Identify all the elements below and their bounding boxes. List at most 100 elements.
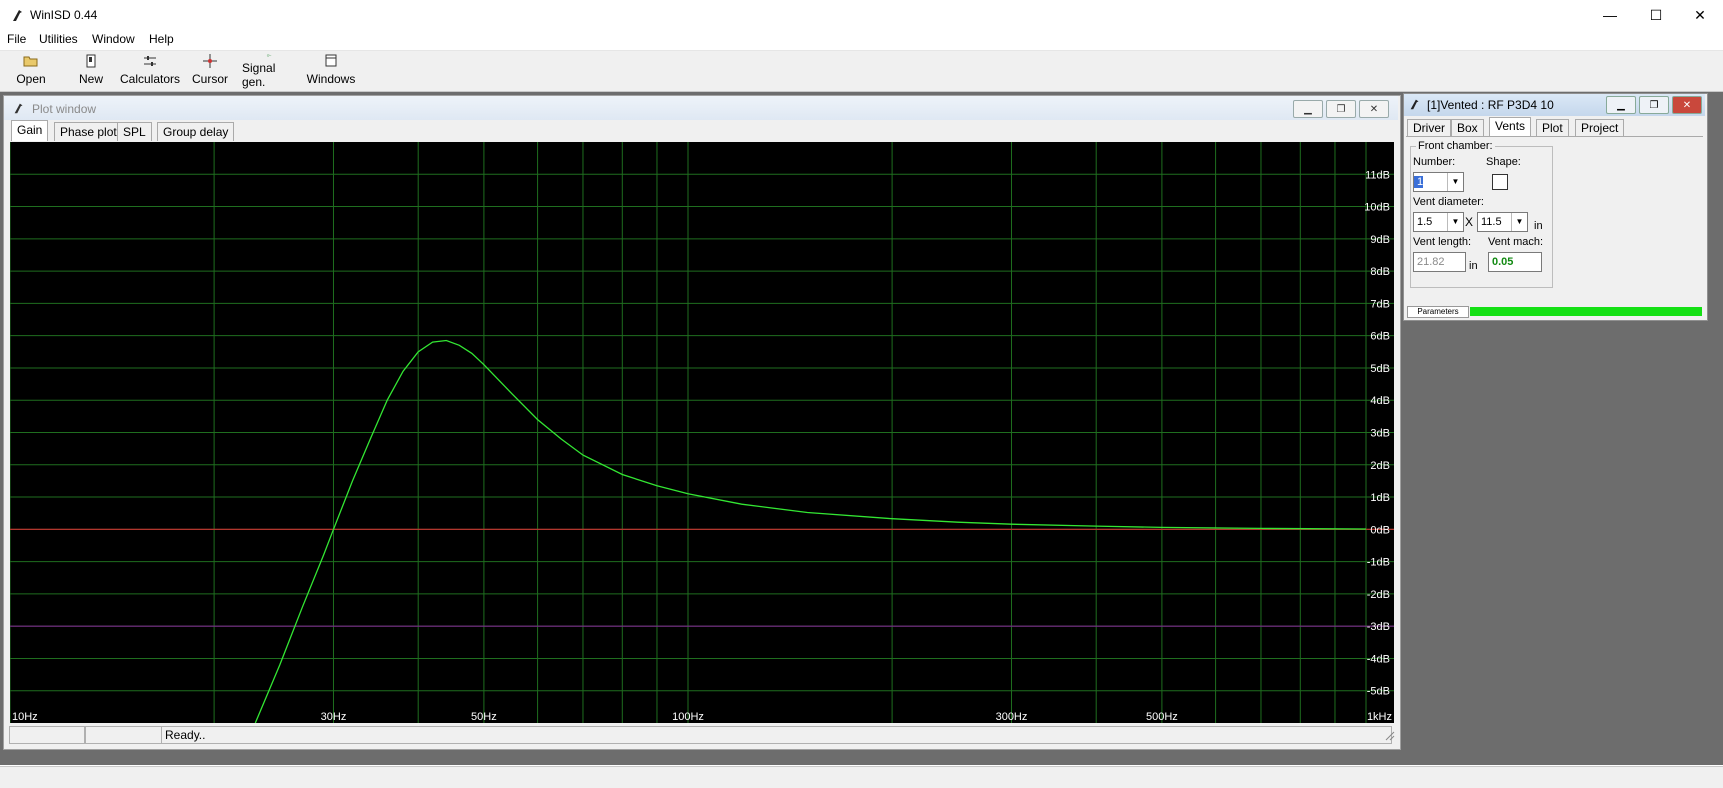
tab-project[interactable]: Project	[1575, 119, 1625, 137]
plot-close-button[interactable]: ✕	[1359, 100, 1389, 118]
cursor-button[interactable]: Cursor	[192, 53, 229, 89]
box-restore-button[interactable]: ❐	[1639, 96, 1669, 114]
new-project-icon	[86, 54, 96, 68]
chevron-down-icon: ▼	[1447, 173, 1463, 191]
y-tick-label: 4dB	[1370, 395, 1390, 407]
gain-curve	[254, 339, 1367, 723]
plot-minimize-button[interactable]: ▁	[1293, 100, 1323, 118]
menu-bar	[0, 30, 1723, 51]
diameter-unit: in	[1534, 220, 1543, 232]
open-label: Open	[16, 72, 46, 86]
tab-group-delay[interactable]: Group delay	[157, 122, 235, 141]
vent-length-field[interactable]: 21.82	[1413, 252, 1466, 272]
minimize-button[interactable]: —	[1587, 0, 1633, 30]
status-box-1	[9, 726, 85, 744]
x-tick-label: 50Hz	[471, 711, 497, 723]
close-button[interactable]: ✕	[1677, 0, 1723, 30]
box-window-title: [1]Vented : RF P3D4 10	[1427, 98, 1554, 112]
signal-gen-button[interactable]: Signal gen.	[242, 53, 296, 89]
signal-gen-label: Signal gen.	[242, 61, 276, 89]
gain-plot[interactable]: 11dB 10dB 9dB 8dB 7dB 6dB 5dB 4dB 3dB 2dB 1dB 0dB -1…	[10, 142, 1394, 723]
calculators-button[interactable]: Calculators	[119, 53, 181, 89]
y-tick-label: 3dB	[1370, 428, 1390, 440]
number-label: Number:	[1413, 156, 1456, 168]
x-tick-label: 10Hz	[12, 711, 38, 723]
calculator-icon	[144, 56, 156, 66]
vent-diameter-2-select[interactable]: 11.5 ▼	[1477, 212, 1528, 232]
front-chamber-legend: Front chamber:	[1416, 140, 1495, 152]
plot-restore-button[interactable]: ❐	[1326, 100, 1356, 118]
maximize-button[interactable]: ☐	[1633, 0, 1679, 30]
vent-diameter-1-select[interactable]: 1.5 ▼	[1413, 212, 1464, 232]
y-tick-label: 5dB	[1370, 363, 1390, 375]
app-title: WinISD 0.44	[30, 8, 98, 22]
vent-length-label: Vent length:	[1413, 236, 1472, 248]
number-select[interactable]: 1 ▼	[1413, 172, 1464, 192]
y-tick-label: 9dB	[1370, 234, 1390, 246]
box-close-button[interactable]: ✕	[1672, 96, 1702, 114]
y-tick-label: 6dB	[1370, 331, 1390, 343]
tab-gain[interactable]: Gain	[11, 120, 49, 141]
x-tick-label: 300Hz	[996, 711, 1028, 723]
diameter-separator: X	[1465, 215, 1474, 229]
tab-spl[interactable]: SPL	[117, 122, 152, 141]
y-tick-label: -1dB	[1367, 557, 1390, 569]
parameters-label[interactable]: Parameters	[1407, 306, 1469, 318]
menu-file[interactable]: File	[7, 32, 26, 46]
parameters-progress	[1470, 307, 1702, 316]
y-tick-label: 7dB	[1370, 298, 1390, 310]
tab-box[interactable]: Box	[1451, 119, 1484, 137]
resize-grip-icon[interactable]	[1383, 729, 1395, 741]
windows-icon	[325, 54, 337, 67]
vent-mach-label: Vent mach:	[1488, 236, 1544, 248]
number-value: 1	[1414, 176, 1424, 188]
app-logo-icon	[13, 10, 22, 21]
cursor-label: Cursor	[192, 72, 229, 86]
x-tick-label: 1kHz	[1367, 711, 1392, 723]
menu-window[interactable]: Window	[92, 32, 135, 46]
vent-mach-field: 0.05	[1488, 252, 1542, 272]
y-tick-label: -3dB	[1367, 621, 1390, 633]
shape-label: Shape:	[1486, 156, 1521, 168]
vent-diameter-2-value: 11.5	[1481, 216, 1502, 228]
tab-vents[interactable]: Vents	[1489, 117, 1532, 137]
cursor-icon	[203, 54, 217, 68]
box-minimize-button[interactable]: ▁	[1606, 96, 1636, 114]
vent-diameter-label: Vent diameter:	[1413, 196, 1484, 208]
vent-diameter-1-value: 1.5	[1417, 216, 1433, 228]
folder-open-icon	[23, 56, 38, 67]
signal-generator-icon	[266, 54, 272, 57]
y-tick-label: 1dB	[1370, 492, 1390, 504]
vent-length-unit: in	[1469, 260, 1478, 272]
y-tick-label: -5dB	[1367, 686, 1390, 698]
menu-help[interactable]: Help	[149, 32, 174, 46]
status-box-2	[85, 726, 163, 744]
x-tick-label: 30Hz	[321, 711, 347, 723]
open-button[interactable]: Open	[14, 53, 48, 89]
box-window-icon	[1410, 99, 1419, 110]
status-message: Ready..	[161, 726, 1392, 744]
y-tick-label: 2dB	[1370, 460, 1390, 472]
windows-label: Windows	[306, 72, 356, 86]
plot-window-icon	[14, 103, 23, 114]
tab-plot[interactable]: Plot	[1536, 119, 1569, 137]
calculators-label: Calculators	[119, 72, 181, 86]
new-button[interactable]: New	[76, 53, 106, 89]
gain-chart-svg: 11dB 10dB 9dB 8dB 7dB 6dB 5dB 4dB 3dB 2dB 1dB 0dB -1…	[10, 142, 1394, 723]
y-tick-label: 11dB	[1365, 169, 1390, 181]
y-tick-label: 10dB	[1364, 202, 1390, 214]
tab-phase-plot[interactable]: Phase plot	[54, 122, 123, 141]
tab-driver[interactable]: Driver	[1407, 119, 1451, 137]
y-tick-label: 8dB	[1370, 266, 1390, 278]
plot-window-caption[interactable]	[4, 96, 1398, 120]
plot-window-title: Plot window	[32, 102, 97, 116]
new-label: New	[78, 72, 103, 86]
shape-checkbox[interactable]	[1492, 174, 1508, 190]
app-status-bar	[0, 766, 1723, 788]
x-tick-label: 100Hz	[672, 711, 704, 723]
x-tick-label: 500Hz	[1146, 711, 1178, 723]
windows-button[interactable]: Windows	[306, 53, 356, 89]
menu-utilities[interactable]: Utilities	[39, 32, 78, 46]
y-tick-label: -4dB	[1367, 653, 1390, 665]
y-tick-label: -2dB	[1367, 589, 1390, 601]
